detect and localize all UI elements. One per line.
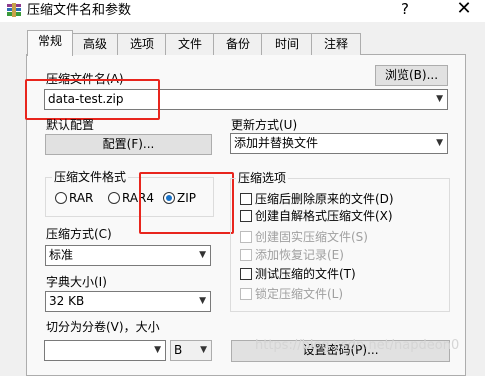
delete-after-checkbox[interactable] [240, 193, 252, 205]
split-volumes-label: 切分为分卷(V)，大小 [46, 320, 160, 334]
recovery-record-checkbox[interactable] [240, 249, 252, 261]
compression-method-select[interactable]: 标准 ▼ [45, 245, 211, 266]
dictionary-size-label: 字典大小(I) [46, 275, 107, 289]
update-mode-label: 更新方式(U) [231, 118, 298, 132]
tab-advanced[interactable]: 高级 [71, 33, 119, 55]
update-mode-select[interactable]: 添加并替换文件 ▼ [230, 133, 448, 154]
watermark-text: https://blog.csdn.net/napdeon0 [255, 338, 460, 353]
recovery-record-label: 添加恢复记录(E) [255, 248, 344, 262]
chevron-down-icon[interactable]: ▼ [199, 246, 206, 265]
compression-options-label: 压缩选项 [236, 171, 289, 186]
test-archive-checkbox[interactable] [240, 268, 252, 280]
tab-files[interactable]: 文件 [165, 33, 215, 55]
chevron-down-icon[interactable]: ▼ [199, 292, 206, 311]
lock-archive-checkbox[interactable] [240, 288, 252, 300]
help-button[interactable]: ? [395, 0, 415, 20]
split-size-input[interactable]: ▼ [44, 340, 166, 361]
radio-rar4[interactable] [108, 192, 120, 204]
radio-rar[interactable] [55, 192, 67, 204]
tab-comment[interactable]: 注释 [311, 33, 361, 55]
create-sfx-label: 创建自解格式压缩文件(X) [255, 209, 393, 223]
delete-after-label: 压缩后删除原来的文件(D) [255, 192, 394, 206]
highlight-zip-format [139, 172, 234, 234]
tab-general[interactable]: 常规 [27, 30, 73, 56]
tab-options[interactable]: 选项 [117, 33, 167, 55]
split-unit-value: B [174, 343, 183, 357]
window-title: 压缩文件名和参数 [27, 3, 132, 18]
chevron-down-icon[interactable]: ▼ [436, 90, 443, 109]
compression-method-label: 压缩方式(C) [46, 227, 112, 241]
tab-time[interactable]: 时间 [261, 33, 313, 55]
lock-archive-label: 锁定压缩文件(L) [255, 287, 344, 301]
chevron-down-icon[interactable]: ▼ [200, 341, 207, 360]
highlight-archive-name [25, 79, 160, 120]
update-mode-value: 添加并替换文件 [234, 136, 319, 150]
dictionary-size-value: 32 KB [49, 294, 85, 308]
chevron-down-icon[interactable]: ▼ [436, 134, 443, 153]
close-icon[interactable]: ✕ [450, 0, 478, 20]
solid-archive-label: 创建固实压缩文件(S) [255, 230, 368, 244]
create-sfx-checkbox[interactable] [240, 210, 252, 222]
radio-rar-label: RAR [69, 191, 94, 205]
tab-backup[interactable]: 备份 [213, 33, 263, 55]
profiles-button[interactable]: 配置(F)... [45, 134, 212, 155]
browse-button[interactable]: 浏览(B)... [375, 65, 448, 86]
compression-method-value: 标准 [49, 248, 74, 262]
solid-archive-checkbox[interactable] [240, 231, 252, 243]
dictionary-size-select[interactable]: 32 KB ▼ [45, 291, 211, 312]
split-unit-select[interactable]: B ▼ [170, 340, 212, 361]
archive-format-label: 压缩文件格式 [52, 170, 129, 185]
chevron-down-icon[interactable]: ▼ [154, 341, 161, 360]
winrar-app-icon [7, 3, 21, 17]
default-profile-label: 默认配置 [46, 118, 95, 132]
test-archive-label: 测试压缩的文件(T) [255, 267, 356, 281]
